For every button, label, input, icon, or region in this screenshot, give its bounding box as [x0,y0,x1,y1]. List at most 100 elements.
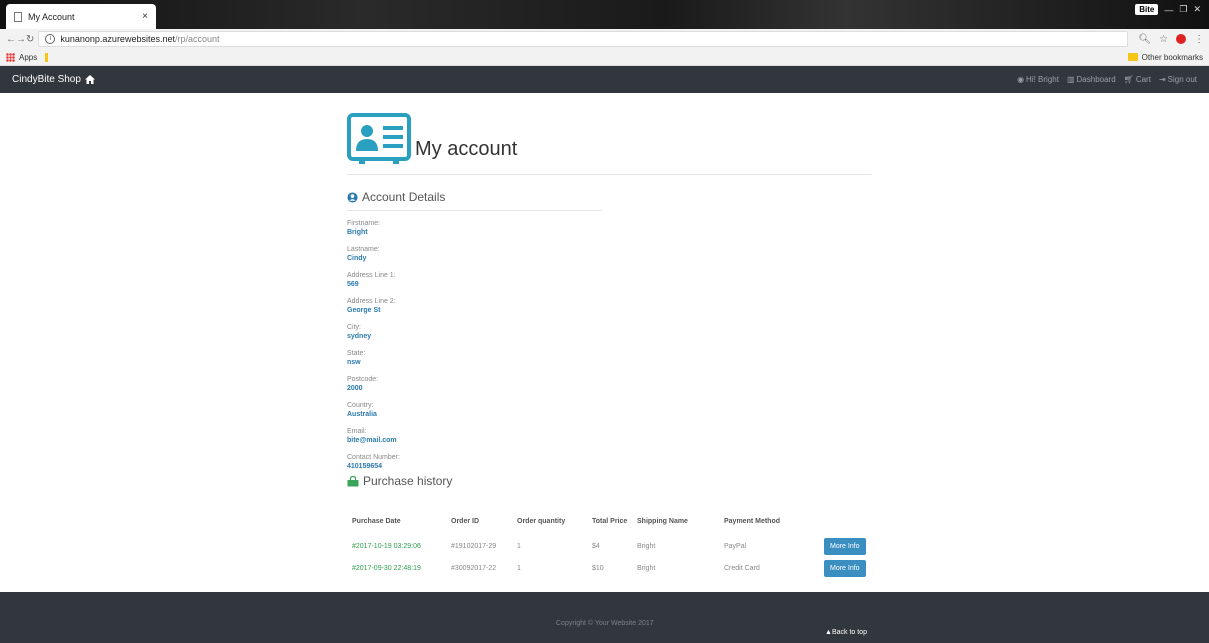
page-title: My account [415,138,518,160]
field-label: Address Line 2: [347,298,396,305]
url-host: kunanonp.azurewebsites.net [60,34,175,44]
cart-icon: 🛒︎ [1123,75,1134,84]
field-value: bite@mail.com [347,437,397,444]
field-label: Email: [347,428,367,435]
order-id: #19102017-29 [451,542,497,550]
order-payment-method: PayPal [724,542,747,550]
star-icon[interactable]: ☆ [1159,34,1168,45]
bookmark-folder-icon[interactable] [45,52,49,62]
more-info-button[interactable]: More Info [824,559,866,577]
nav-cart[interactable]: 🛒︎ Cart [1124,75,1151,84]
close-window-icon[interactable]: ✕ [1193,4,1201,15]
page-header: My account [347,113,871,165]
minimize-icon[interactable]: — [1164,5,1173,15]
field-email: Email: bite@mail.com [347,427,871,445]
field-value: 569 [347,281,359,288]
back-to-top-label: Back to top [831,629,867,636]
field-label: Postcode: [347,376,379,383]
field-address-line-2: Address Line 2: George St [347,297,871,315]
window-controls: Bite — ❐ ✕ [1135,4,1201,15]
id-card-icon [347,113,411,164]
field-label: Country: [347,402,374,409]
apps-grid-icon[interactable] [6,52,15,62]
bar-chart-icon: ▥ [1066,75,1075,84]
details-divider [347,210,602,211]
field-value: Australia [347,411,377,418]
orders-header-row: Purchase Date Order ID Order quantity To… [349,518,871,535]
address-toolbar: ← → ↻ i kunanonp.azurewebsites.net/rp/ac… [0,29,1209,49]
nav-dashboard-label: Dashboard [1076,75,1116,84]
url-path: /rp/account [174,34,220,44]
caret-up-icon: ▲ [825,629,832,636]
order-payment-method: Credit Card [724,564,760,572]
order-id: #30092017-22 [451,564,497,572]
field-label: Lastname: [347,246,380,253]
tab-close-icon[interactable]: × [142,11,148,22]
account-details-heading: Account Details [347,190,871,204]
nav-cart-label: Cart [1135,75,1151,84]
reload-icon[interactable]: ↻ [26,34,34,45]
order-date: #2017-10-19 03:29:06 [352,542,421,550]
nav-user[interactable]: ◉ Hi! Bright [1017,75,1059,84]
account-fields: Firstname: Bright Lastname: Cindy Addres… [347,219,871,471]
shopping-bag-icon [347,475,359,486]
brand-name: CindyBite Shop [12,74,81,85]
extension-icon[interactable] [1176,34,1187,44]
account-content: My account Account Details Firstname: Br… [347,113,871,579]
order-actions: More Info [821,535,871,557]
menu-kebab-icon[interactable]: ⋮ [1194,34,1204,45]
field-value: Cindy [347,255,367,262]
other-bookmarks[interactable]: Other bookmarks [1127,52,1203,62]
back-icon[interactable]: ← [6,34,16,45]
url-input[interactable]: i kunanonp.azurewebsites.net/rp/account [38,31,1129,47]
back-to-top-link[interactable]: ▲Back to top [825,629,867,636]
field-country: Country: Australia [347,401,871,419]
browser-tab-strip: My Account × Bite — ❐ ✕ [0,0,1209,29]
table-row: #2017-09-30 22:48:19 #30092017-22 1 $10 … [349,557,871,579]
col-actions [821,518,871,535]
order-total: $4 [592,542,600,550]
bookmark-apps[interactable]: Apps [19,53,37,62]
sign-out-icon: ⇥ [1158,75,1166,84]
user-circle-icon: ◉ [1017,75,1025,84]
nav-signout-label: Sign out [1167,75,1197,84]
field-postcode: Postcode: 2000 [347,375,871,393]
tab-title: My Account [28,11,75,22]
info-icon[interactable]: i [45,34,56,44]
field-label: Contact Number: [347,454,400,461]
toolbar-actions: 🔍︎ ☆ ⋮ [1138,34,1204,45]
field-value: sydney [347,333,372,340]
field-label: State: [347,350,366,357]
field-lastname: Lastname: Cindy [347,245,871,263]
profile-button[interactable]: Bite [1135,4,1159,15]
col-payment-method: Payment Method [724,518,781,525]
table-row: #2017-10-19 03:29:06 #19102017-29 1 $4 B… [349,535,871,557]
col-shipping-name: Shipping Name [637,518,688,525]
field-address-line-1: Address Line 1: 569 [347,271,871,289]
user-circle-icon [347,191,358,203]
folder-icon [1127,53,1138,61]
field-city: City: sydney [347,323,871,341]
order-quantity: 1 [517,542,521,550]
maximize-icon[interactable]: ❐ [1179,4,1187,15]
nav-signout[interactable]: ⇥ Sign out [1159,75,1197,84]
brand-link[interactable]: CindyBite Shop [12,74,95,85]
order-actions: More Info [821,557,871,579]
order-shipping-name: Bright [637,542,656,550]
order-date: #2017-09-30 22:48:19 [352,564,421,572]
copyright-text: Copyright © Your Website 2017 [556,620,654,627]
page-icon [14,11,22,22]
field-label: Address Line 1: [347,272,396,279]
forward-icon[interactable]: → [16,34,26,45]
other-bookmarks-label: Other bookmarks [1141,52,1203,62]
field-label: City: [347,324,361,331]
field-contact-number: Contact Number: 410159654 [347,453,871,471]
nav-user-label: Hi! Bright [1026,75,1059,84]
field-value: 2000 [347,385,363,392]
zoom-icon[interactable]: 🔍︎ [1138,34,1151,45]
nav-dashboard[interactable]: ▥ Dashboard [1067,75,1116,84]
more-info-button[interactable]: More Info [824,537,866,555]
browser-tab[interactable]: My Account × [6,4,156,29]
order-quantity: 1 [517,564,521,572]
order-total: $10 [592,564,604,572]
